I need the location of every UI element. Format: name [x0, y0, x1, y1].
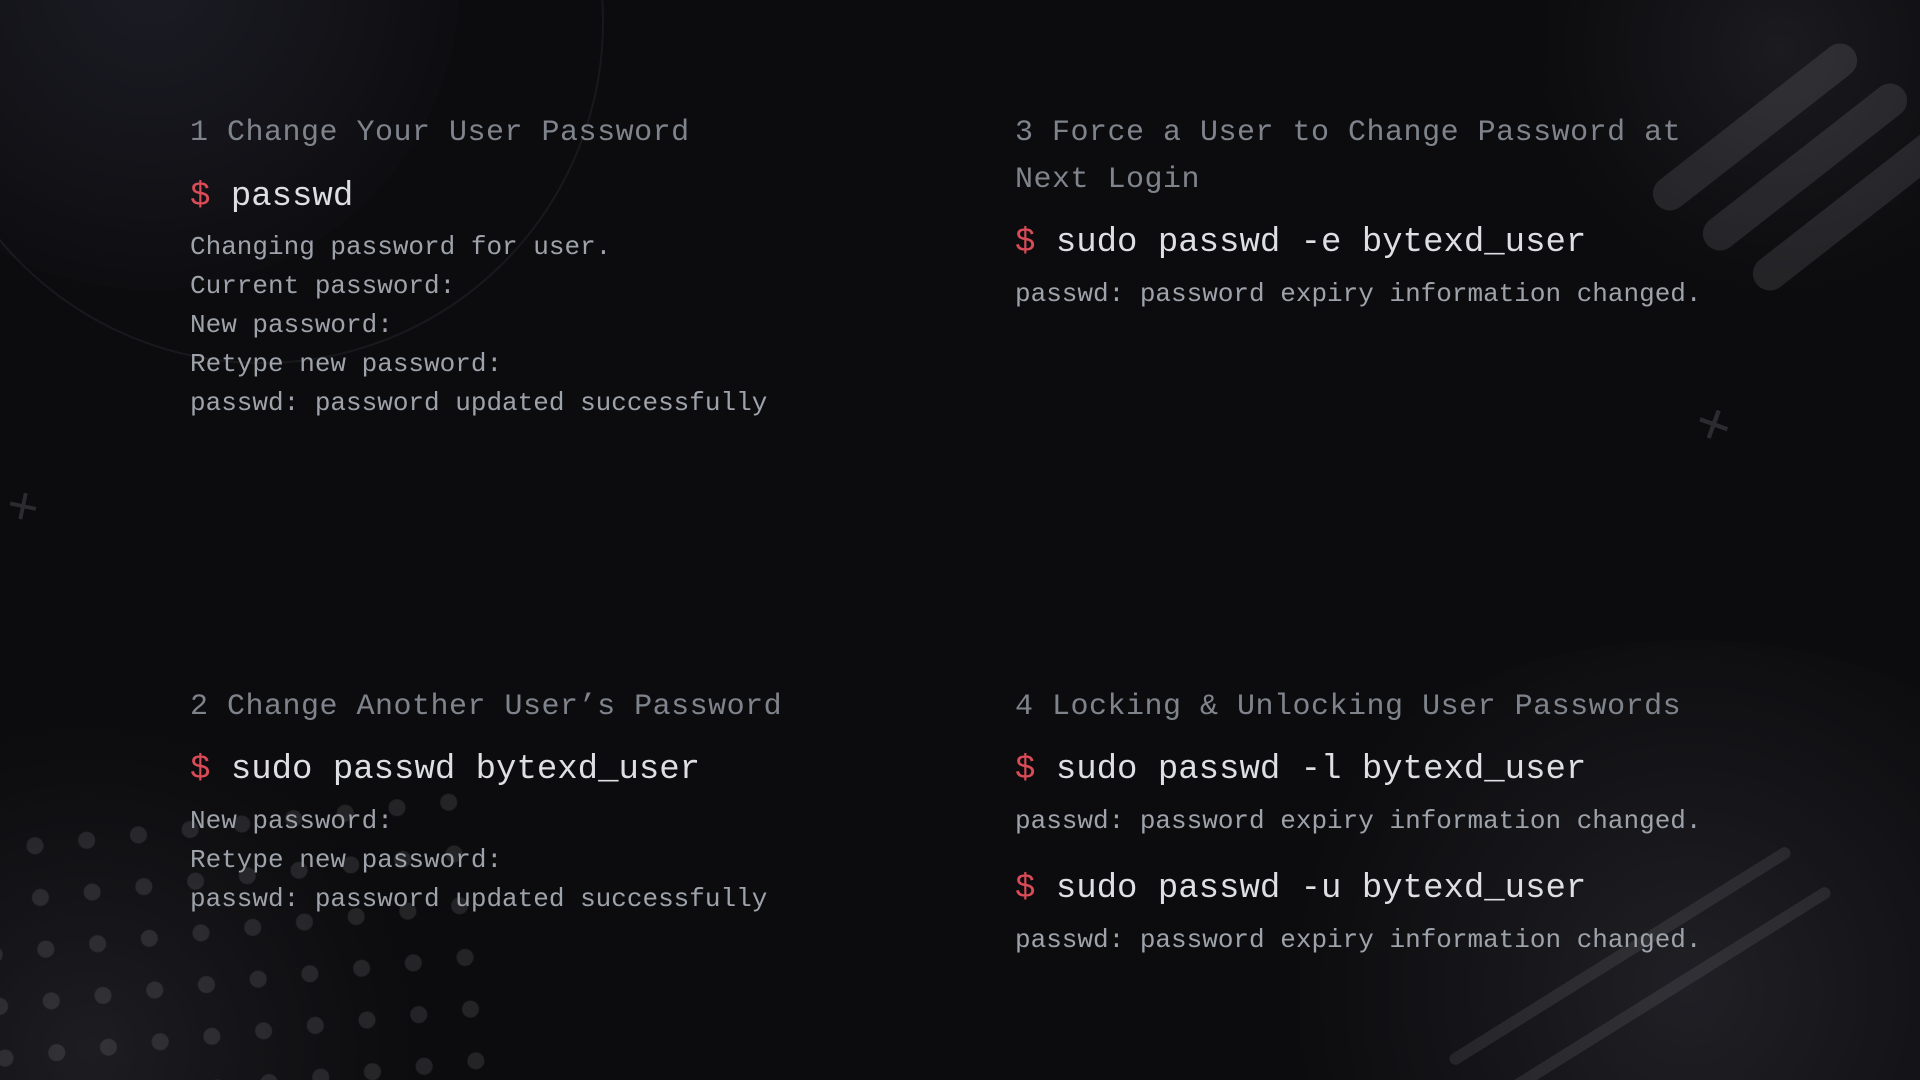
- section-4-command-1: $ sudo passwd -l bytexd_user: [1015, 748, 1800, 794]
- section-1-heading: 1 Change Your User Password: [190, 110, 910, 157]
- section-1-command-1-text: passwd: [231, 178, 353, 216]
- section-3-command-1: $ sudo passwd -e bytexd_user: [1015, 221, 1800, 267]
- section-2-command-1-text: sudo passwd bytexd_user: [231, 751, 700, 789]
- prompt-symbol: $: [190, 751, 210, 789]
- section-4-heading: 4 Locking & Unlocking User Passwords: [1015, 684, 1735, 731]
- prompt-symbol: $: [1015, 751, 1035, 789]
- section-4-output-2: passwd: password expiry information chan…: [1015, 921, 1800, 960]
- section-2-heading: 2 Change Another User’s Password: [190, 684, 910, 731]
- section-3-output-1: passwd: password expiry information chan…: [1015, 275, 1800, 314]
- section-3-heading: 3 Force a User to Change Password at Nex…: [1015, 110, 1735, 203]
- prompt-symbol: $: [190, 178, 210, 216]
- prompt-symbol: $: [1015, 224, 1035, 262]
- section-2: 2 Change Another User’s Password $ sudo …: [190, 684, 975, 1080]
- section-4-output-1: passwd: password expiry information chan…: [1015, 802, 1800, 841]
- section-4-command-2-text: sudo passwd -u bytexd_user: [1056, 870, 1587, 908]
- section-1-output-1: Changing password for user. Current pass…: [190, 228, 975, 423]
- content-grid: 1 Change Your User Password $ passwd Cha…: [0, 0, 1920, 1080]
- section-1: 1 Change Your User Password $ passwd Cha…: [190, 110, 975, 544]
- section-2-output-1: New password: Retype new password: passw…: [190, 802, 975, 919]
- section-3-command-1-text: sudo passwd -e bytexd_user: [1056, 224, 1587, 262]
- section-3: 3 Force a User to Change Password at Nex…: [1015, 110, 1800, 544]
- prompt-symbol: $: [1015, 870, 1035, 908]
- section-4-command-2: $ sudo passwd -u bytexd_user: [1015, 867, 1800, 913]
- section-1-command-1: $ passwd: [190, 175, 975, 221]
- section-2-command-1: $ sudo passwd bytexd_user: [190, 748, 975, 794]
- section-4-command-1-text: sudo passwd -l bytexd_user: [1056, 751, 1587, 789]
- section-4: 4 Locking & Unlocking User Passwords $ s…: [1015, 684, 1800, 1080]
